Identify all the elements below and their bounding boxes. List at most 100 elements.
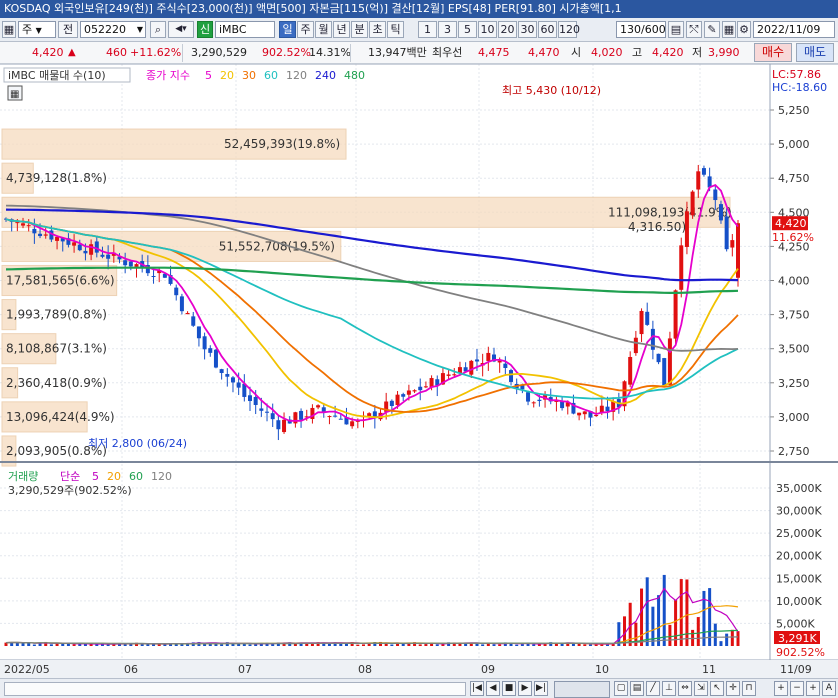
volume-bar bbox=[254, 644, 258, 646]
nav-next-icon[interactable]: ▶ bbox=[518, 681, 532, 696]
candle-body bbox=[185, 312, 190, 315]
volume-bar bbox=[384, 643, 388, 646]
volume-bar bbox=[640, 588, 644, 646]
price-tick-label-1: 5,000 bbox=[778, 138, 810, 151]
candle-body bbox=[333, 415, 338, 417]
interval-button-3[interactable]: 10 bbox=[478, 21, 497, 38]
gear-icon[interactable]: ⚙ bbox=[737, 21, 751, 38]
volume-ma-legend-5: 5 bbox=[92, 470, 99, 483]
period-button-0[interactable]: 일 bbox=[279, 21, 296, 38]
candle-body bbox=[509, 370, 514, 382]
x-axis-label-7: 11/09 bbox=[780, 663, 812, 676]
candle-body bbox=[701, 168, 706, 175]
candle-body bbox=[15, 222, 20, 224]
candle-body bbox=[577, 412, 582, 416]
market-select[interactable]: 주 ▼ bbox=[18, 21, 56, 38]
magnet-icon[interactable]: ⊓ bbox=[742, 681, 756, 696]
bar-mode-icon[interactable]: ▤ bbox=[630, 681, 644, 696]
grid-small-icon[interactable]: ▦ bbox=[722, 21, 736, 38]
volume-bar bbox=[140, 644, 144, 646]
candle-body bbox=[32, 228, 37, 234]
price-tick-label-10: 2,750 bbox=[778, 445, 810, 458]
pin-icon[interactable]: ⊥ bbox=[662, 681, 676, 696]
interval-button-0[interactable]: 1 bbox=[418, 21, 437, 38]
period-button-2[interactable]: 월 bbox=[315, 21, 332, 38]
count-total: /600 bbox=[641, 23, 666, 36]
zoom-slider[interactable] bbox=[554, 681, 610, 698]
cursor-icon[interactable]: ↖ bbox=[710, 681, 724, 696]
candle-body bbox=[179, 296, 184, 312]
ma-legend-60: 60 bbox=[264, 69, 278, 82]
interval-button-5[interactable]: 30 bbox=[518, 21, 537, 38]
interval-button-4[interactable]: 20 bbox=[498, 21, 517, 38]
line-mode-icon[interactable]: ╱ bbox=[646, 681, 660, 696]
interval-button-2[interactable]: 5 bbox=[458, 21, 477, 38]
search-icon[interactable]: ⌕ bbox=[150, 21, 166, 38]
tool-icon[interactable]: ✎ bbox=[704, 21, 720, 38]
cross-icon[interactable]: ✛ bbox=[726, 681, 740, 696]
stock-chart[interactable]: 5,2505,0004,7504,5004,2504,0003,7503,500… bbox=[0, 64, 838, 678]
nav-last-icon[interactable]: ▶| bbox=[534, 681, 548, 696]
x-axis-label-3: 08 bbox=[358, 663, 372, 676]
volume-bar bbox=[146, 644, 150, 646]
prefix-button[interactable]: 전 bbox=[58, 21, 78, 38]
ma-legend-20: 20 bbox=[220, 69, 234, 82]
nav-first-icon[interactable]: |◀ bbox=[470, 681, 484, 696]
volume-profile-label-5: 1,993,789(0.8%) bbox=[6, 308, 107, 322]
volume-bar bbox=[220, 644, 224, 646]
chart-mode-icon[interactable]: ▢ bbox=[614, 681, 628, 696]
interval-button-7[interactable]: 120 bbox=[558, 21, 580, 38]
period-button-3[interactable]: 년 bbox=[333, 21, 350, 38]
price-tick-label-7: 3,500 bbox=[778, 343, 810, 356]
candle-body bbox=[418, 386, 423, 391]
stock-code-value: 052220 bbox=[84, 23, 126, 36]
fit-icon[interactable]: ⇲ bbox=[694, 681, 708, 696]
period-button-6[interactable]: 틱 bbox=[387, 21, 404, 38]
turnover: 14.31% bbox=[309, 46, 351, 59]
stop-icon[interactable]: ■ bbox=[502, 681, 516, 696]
ma-legend-label: 종가 지수 bbox=[146, 69, 190, 82]
interval-button-1[interactable]: 3 bbox=[438, 21, 457, 38]
volume-current: 3,290,529주(902.52%) bbox=[8, 484, 132, 497]
font-size-icon[interactable]: A bbox=[822, 681, 836, 696]
stock-name-field[interactable]: iMBC bbox=[215, 21, 275, 38]
interval-button-6[interactable]: 60 bbox=[538, 21, 557, 38]
volume-bar bbox=[21, 642, 25, 646]
reset-zoom-icon[interactable]: + bbox=[806, 681, 820, 696]
buy-button[interactable]: 매수 bbox=[754, 43, 792, 62]
zoom-out-icon[interactable]: − bbox=[790, 681, 804, 696]
settings-icon[interactable]: ▦ bbox=[2, 21, 16, 38]
speaker-icon[interactable]: ◀▾ bbox=[168, 21, 194, 38]
candle-body bbox=[94, 241, 99, 253]
trade-amount: 13,947백만 bbox=[368, 46, 427, 59]
best-ask: 4,475 bbox=[478, 46, 510, 59]
expand-icon[interactable]: ⇔ bbox=[678, 681, 692, 696]
price-tick-label-6: 3,750 bbox=[778, 309, 810, 322]
candle-body bbox=[213, 349, 218, 368]
period-button-1[interactable]: 주 bbox=[297, 21, 314, 38]
grid-icon[interactable]: ▤ bbox=[668, 21, 684, 38]
volume-bar bbox=[180, 644, 184, 646]
volume-bar bbox=[685, 579, 689, 646]
current-price-tag: 4,420 bbox=[775, 217, 807, 230]
candle-body bbox=[259, 408, 264, 411]
period-button-5[interactable]: 초 bbox=[369, 21, 386, 38]
volume-tick-label-1: 30,000K bbox=[776, 505, 822, 518]
candle-body bbox=[106, 254, 111, 259]
scroll-track[interactable] bbox=[4, 682, 466, 696]
candle-body bbox=[633, 337, 638, 354]
candle-body bbox=[503, 363, 508, 368]
period-button-4[interactable]: 분 bbox=[351, 21, 368, 38]
candle-body bbox=[316, 405, 321, 408]
zoom-in-icon[interactable]: + bbox=[774, 681, 788, 696]
candle-body bbox=[282, 419, 287, 433]
volume-tick-label-5: 10,000K bbox=[776, 595, 822, 608]
date-input[interactable]: 2022/11/09 bbox=[753, 21, 835, 38]
count-input[interactable]: 130/600 bbox=[616, 21, 666, 38]
nav-prev-icon[interactable]: ◀ bbox=[486, 681, 500, 696]
chart-toggle-icon[interactable]: ⤲ bbox=[686, 21, 702, 38]
stock-code-input[interactable]: 052220 ▼ bbox=[80, 21, 146, 38]
volume-bar bbox=[588, 644, 592, 646]
sell-button[interactable]: 매도 bbox=[796, 43, 834, 62]
candle-body bbox=[690, 191, 695, 216]
